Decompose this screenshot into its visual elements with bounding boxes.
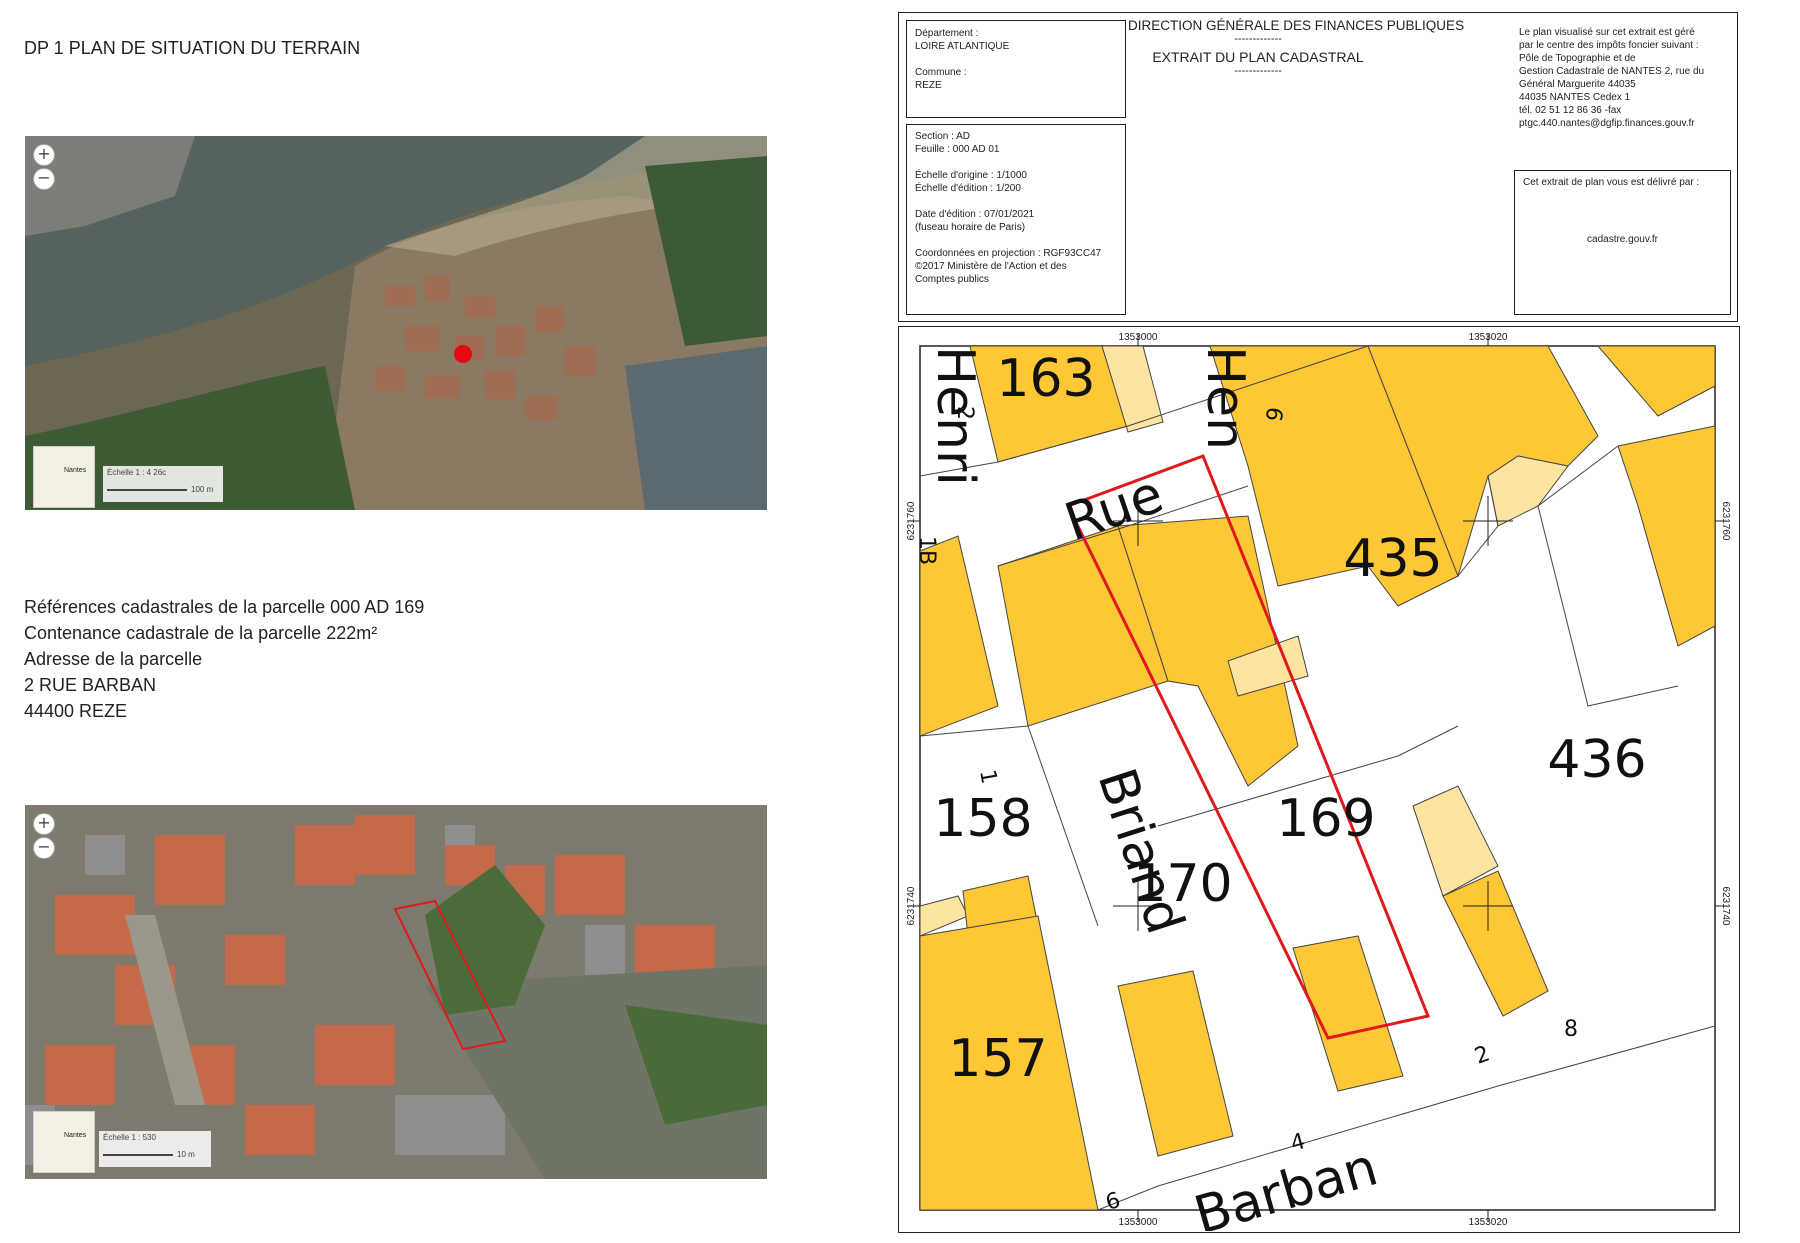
house-number: 2 <box>952 406 977 420</box>
aerial-detail-image <box>25 805 767 1179</box>
scale-bar-label: 10 m <box>177 1150 195 1159</box>
minimap-label: Nantes <box>64 467 87 474</box>
copyright: Comptes publics <box>915 274 989 285</box>
parcel-area: Contenance cadastrale de la parcelle 222… <box>24 623 378 643</box>
house-number: 8 <box>1564 1017 1578 1042</box>
parcel-number: 169 <box>1276 789 1375 849</box>
coord-top-2: 1353020 <box>1469 332 1508 343</box>
scale-bar-label: 100 m <box>191 485 214 494</box>
coord-left-2: 6231740 <box>906 886 917 925</box>
timezone: (fuseau horaire de Paris) <box>915 222 1026 233</box>
coord-bottom-2: 1353020 <box>1469 1217 1508 1228</box>
location-marker <box>454 345 472 363</box>
section-box: Section : AD Feuille : 000 AD 01 Échelle… <box>906 124 1126 315</box>
zoom-in-button[interactable]: + <box>33 144 55 166</box>
edition-date: Date d'édition : 07/01/2021 <box>915 209 1035 220</box>
info-line: Gestion Cadastrale de NANTES 2, rue du <box>1519 66 1705 77</box>
zoom-in-button[interactable]: + <box>33 813 55 835</box>
aerial-map-detail[interactable]: + − Nantes Échelle 1 : 530 10 m <box>25 805 767 1179</box>
scale-bar <box>107 488 187 491</box>
coord-left-1: 6231760 <box>906 501 917 540</box>
parcel-number: 163 <box>996 349 1095 409</box>
info-line: Général Marguerite 44035 <box>1519 79 1636 90</box>
minimap-label: Nantes <box>64 1132 87 1139</box>
info-line: ptgc.440.nantes@dgfip.finances.gouv.fr <box>1519 118 1695 129</box>
house-number: 1B <box>914 536 939 565</box>
info-line: par le centre des impôts foncier suivant… <box>1519 40 1699 51</box>
info-line: Le plan visualisé sur cet extrait est gé… <box>1519 27 1695 38</box>
coord-right-1: 6231760 <box>1720 502 1731 541</box>
minimap[interactable]: Nantes <box>33 1111 95 1173</box>
zoom-out-button[interactable]: − <box>33 837 55 859</box>
extract-title: EXTRAIT DU PLAN CADASTRAL <box>1152 49 1364 65</box>
tax-center-info: Le plan visualisé sur cet extrait est gé… <box>1519 26 1733 130</box>
parcel-number: 157 <box>948 1029 1047 1089</box>
street-label: Hen <box>1195 346 1255 450</box>
scale-indicator: Échelle 1 : 530 10 m <box>99 1131 211 1167</box>
zoom-out-button[interactable]: − <box>33 168 55 190</box>
separator: ------------- <box>1234 33 1282 45</box>
scale-label: Échelle 1 : 530 <box>103 1133 156 1142</box>
copyright: ©2017 Ministère de l'Action et des <box>915 261 1067 272</box>
projection: Coordonnées en projection : RGF93CC47 <box>915 248 1102 259</box>
coord-top-1: 1353000 <box>1119 332 1158 343</box>
delivery-source: cadastre.gouv.fr <box>1587 234 1658 245</box>
department-label: Département : <box>915 28 979 39</box>
info-line: tél. 02 51 12 86 36 -fax <box>1519 105 1622 116</box>
parcel-street: 2 RUE BARBAN <box>24 675 157 695</box>
commune-value: REZE <box>915 80 942 91</box>
coord-bottom-1: 1353000 <box>1119 1217 1158 1228</box>
info-line: Pôle de Topographie et de <box>1519 53 1636 64</box>
edition-scale: Échelle d'édition : 1/200 <box>915 183 1021 194</box>
separator: ------------- <box>1234 65 1282 77</box>
delivery-box: Cet extrait de plan vous est délivré par… <box>1514 170 1731 315</box>
minimap[interactable]: Nantes <box>33 446 95 508</box>
origin-scale: Échelle d'origine : 1/1000 <box>915 170 1027 181</box>
scale-bar <box>103 1153 173 1156</box>
parcel-city: 44400 REZE <box>24 701 128 721</box>
info-line: 44035 NANTES Cedex 1 <box>1519 92 1631 103</box>
coord-right-2: 6231740 <box>1720 887 1731 926</box>
section-line: Section : AD <box>915 131 971 142</box>
commune-label: Commune : <box>915 67 967 78</box>
agency-name: DIRECTION GÉNÉRALE DES FINANCES PUBLIQUE… <box>1128 18 1465 33</box>
parcel-number: 436 <box>1547 730 1646 790</box>
cadastral-map[interactable]: 1353000 1353020 1353000 1353020 6231760 … <box>898 326 1738 1231</box>
scale-indicator: Échelle 1 : 4 26c 100 m <box>103 466 223 502</box>
parcel-number: 158 <box>933 789 1032 849</box>
page-title: DP 1 PLAN DE SITUATION DU TERRAIN <box>24 38 361 58</box>
aerial-overview-image <box>25 136 767 510</box>
location-box: Département : LOIRE ATLANTIQUE Commune :… <box>906 20 1126 118</box>
delivery-label: Cet extrait de plan vous est délivré par… <box>1523 177 1700 188</box>
parcel-number: 435 <box>1343 529 1442 589</box>
department-value: LOIRE ATLANTIQUE <box>915 41 1010 52</box>
parcel-reference: Références cadastrales de la parcelle 00… <box>24 597 425 617</box>
cadastre-title: DIRECTION GÉNÉRALE DES FINANCES PUBLIQUE… <box>1128 18 1465 77</box>
parcel-info: Références cadastrales de la parcelle 00… <box>24 594 424 724</box>
aerial-map-overview[interactable]: + − Nantes Échelle 1 : 4 26c 100 m <box>25 136 767 510</box>
scale-label: Échelle 1 : 4 26c <box>107 468 167 477</box>
parcel-address-label: Adresse de la parcelle <box>24 649 203 669</box>
sheet-line: Feuille : 000 AD 01 <box>915 144 1000 155</box>
